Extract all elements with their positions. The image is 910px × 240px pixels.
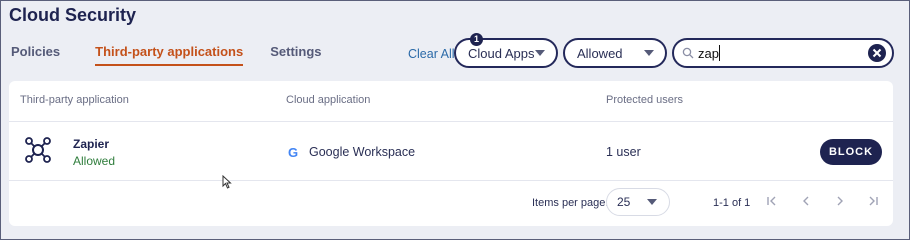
tab-bar: Policies Third-party applications Settin… bbox=[11, 44, 349, 66]
status-filter[interactable]: Allowed bbox=[563, 38, 667, 68]
status-filter-label: Allowed bbox=[577, 46, 623, 61]
previous-page-icon[interactable] bbox=[800, 194, 812, 212]
app-status: Allowed bbox=[73, 154, 116, 168]
cloud-app-name: Google Workspace bbox=[309, 145, 416, 159]
search-input[interactable] bbox=[698, 44, 858, 62]
chevron-down-icon bbox=[535, 50, 545, 56]
last-page-icon[interactable] bbox=[867, 194, 879, 212]
search-icon bbox=[682, 46, 694, 64]
items-per-page-value: 25 bbox=[617, 195, 631, 209]
cloud-apps-filter-label: Cloud Apps bbox=[468, 46, 535, 61]
tab-third-party-applications[interactable]: Third-party applications bbox=[95, 44, 244, 66]
block-button[interactable]: BLOCK bbox=[820, 139, 882, 165]
text-cursor bbox=[719, 45, 720, 61]
tab-policies[interactable]: Policies bbox=[11, 44, 60, 66]
chevron-down-icon bbox=[644, 50, 654, 56]
row-divider bbox=[9, 180, 893, 181]
column-header-protected-users: Protected users bbox=[606, 94, 684, 106]
header-divider bbox=[9, 121, 893, 122]
page-title: Cloud Security bbox=[9, 5, 137, 25]
protected-users-count: 1 user bbox=[606, 145, 641, 159]
chevron-down-icon bbox=[647, 199, 657, 205]
items-per-page-select[interactable]: 25 bbox=[606, 188, 670, 216]
column-header-cloud-application: Cloud application bbox=[286, 94, 371, 106]
pagination-range: 1-1 of 1 bbox=[713, 197, 751, 209]
next-page-icon[interactable] bbox=[834, 194, 846, 212]
clear-search-icon[interactable] bbox=[868, 44, 886, 62]
applications-table: Third-party application Cloud applicatio… bbox=[9, 81, 893, 226]
clear-all-link[interactable]: Clear All bbox=[408, 47, 455, 61]
cloud-apps-filter[interactable]: Cloud Apps bbox=[454, 38, 558, 68]
mouse-pointer-icon bbox=[222, 174, 232, 194]
filter-count-badge: 1 bbox=[470, 33, 483, 46]
items-per-page-label: Items per page: bbox=[532, 197, 609, 209]
search-box bbox=[672, 38, 894, 68]
app-name[interactable]: Zapier bbox=[73, 137, 109, 151]
zapier-app-icon bbox=[25, 137, 51, 168]
google-icon: G bbox=[288, 145, 299, 160]
column-header-third-party-application: Third-party application bbox=[20, 94, 129, 106]
first-page-icon[interactable] bbox=[766, 194, 778, 212]
tab-settings[interactable]: Settings bbox=[270, 44, 321, 66]
